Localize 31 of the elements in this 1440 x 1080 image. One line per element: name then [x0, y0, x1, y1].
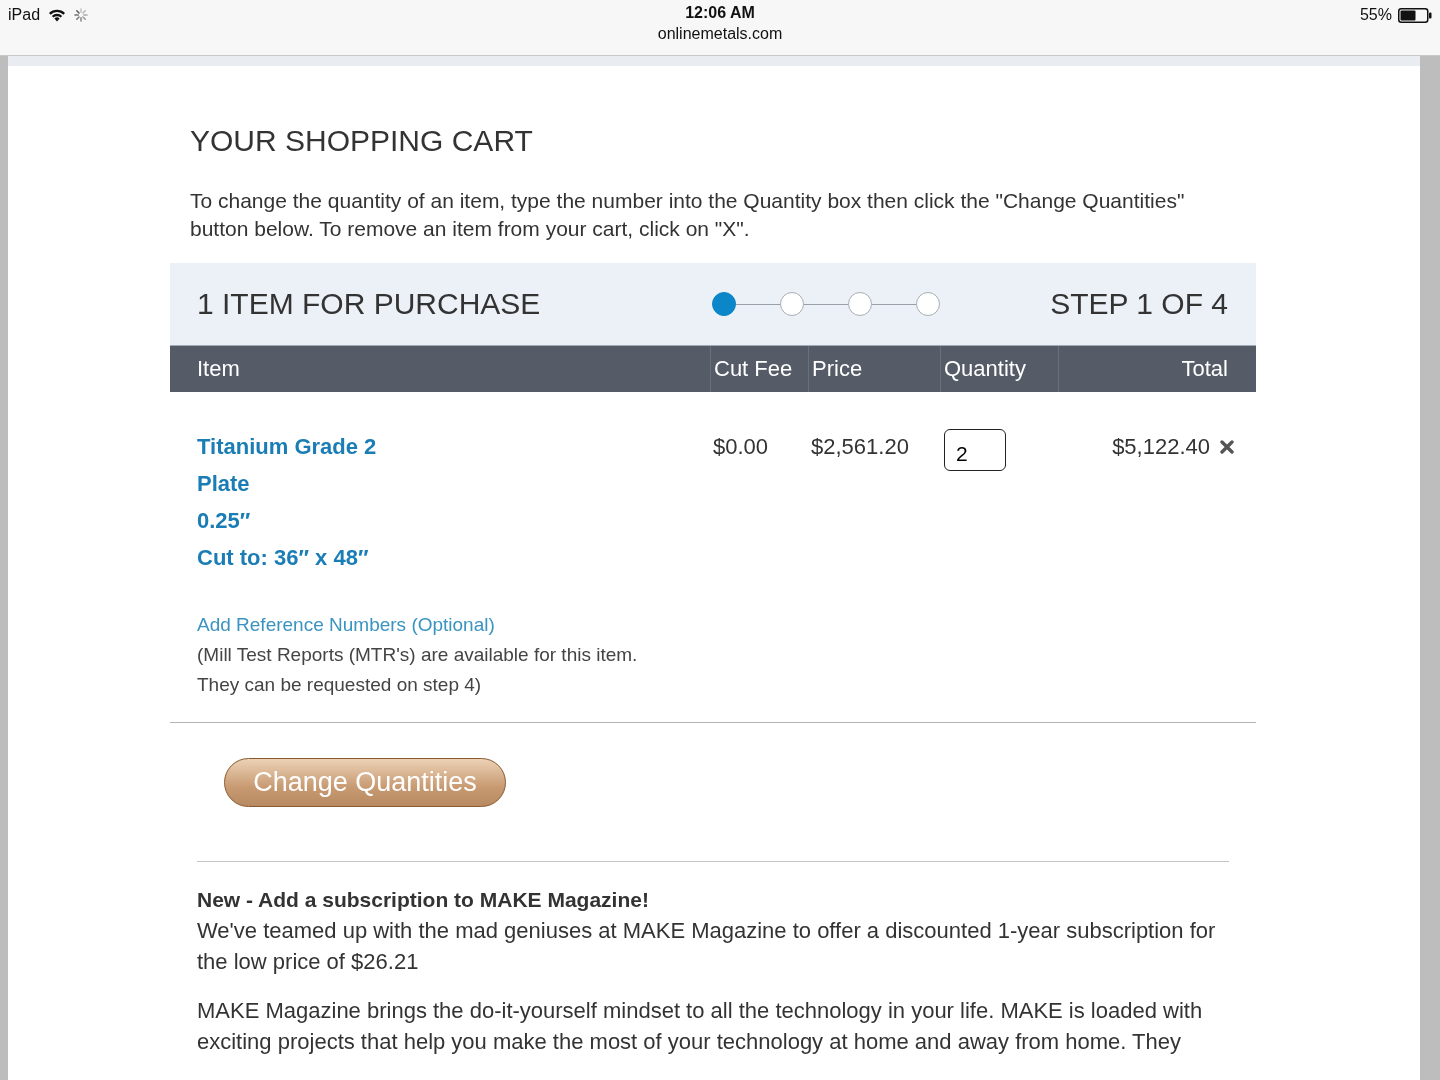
close-icon[interactable] — [1220, 439, 1234, 454]
mtr-note: (Mill Test Reports (MTR's) are available for this item. They can be requested on step 4) — [197, 643, 639, 697]
total-text: $5,122.40 — [1112, 433, 1210, 460]
clock-time: 12:06 AM — [685, 4, 755, 22]
battery-icon — [1398, 7, 1432, 23]
promo-heading: New - Add a subscription to MAKE Magazine! — [197, 887, 650, 913]
promo-body: MAKE Magazine brings the do-it-yourself mindset to all the technology in your life. MAKE is loaded with exciting projects that help you make the most of your technology at home and away from home. They — [197, 997, 1204, 1056]
price-text: $2,561.20 — [810, 433, 910, 461]
change-quantities-button[interactable]: Change Quantities — [224, 758, 506, 807]
column-header: Quantity — [944, 356, 1026, 382]
wifi-icon — [48, 8, 67, 22]
cut-fee-text: $0.00 — [712, 433, 770, 461]
instructions-text: To change the quantity of an item, type the number into the Quantity box then click the "Change Quantities" button below. To remove an item from your cart, click on "X". — [190, 188, 1186, 242]
promo-text: We've teamed up with the mad geniuses at MAKE Magazine to offer a discounted 1-year subscription for the low price of $26.21 — [197, 917, 1217, 976]
device-name: iPad — [8, 6, 41, 24]
reference-numbers-link[interactable]: Add Reference Numbers (Optional) — [197, 610, 495, 640]
step-label: STEP 1 OF 4 — [1050, 287, 1228, 321]
quantity-input[interactable]: 2 — [944, 429, 1006, 471]
item-detail-text: Plate — [197, 470, 251, 498]
spinner-icon — [74, 8, 89, 22]
cart-heading: 1 ITEM FOR PURCHASE — [196, 287, 542, 321]
item-detail-text: 0.25″ — [197, 507, 252, 535]
column-header: Price — [812, 356, 863, 382]
column-header: Cut Fee — [714, 356, 793, 382]
item-detail-text: Cut to: 36″ x 48″ — [197, 544, 370, 572]
item-detail-text: Titanium Grade 2 — [197, 433, 378, 461]
column-header: Total — [1181, 356, 1228, 382]
column-header: Item — [197, 356, 240, 382]
page-title: YOUR SHOPPING CART — [190, 123, 534, 159]
battery-percent: 55% — [1359, 6, 1392, 24]
page-url: onlinemetals.com — [657, 25, 783, 43]
